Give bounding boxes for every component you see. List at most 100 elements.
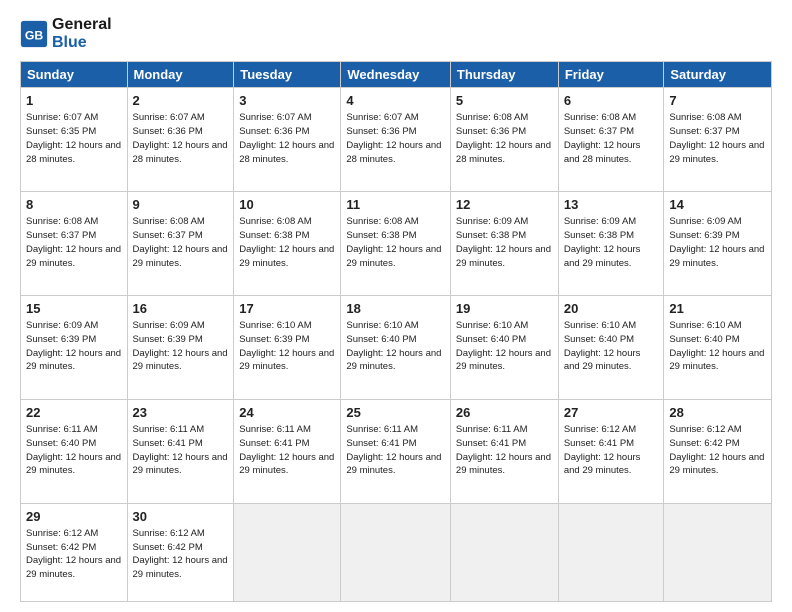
day-number: 12 <box>456 196 553 214</box>
day-info: Sunrise: 6:07 AMSunset: 6:36 PMDaylight:… <box>346 111 445 166</box>
day-number: 2 <box>133 92 229 110</box>
day-number: 11 <box>346 196 445 214</box>
day-info: Sunrise: 6:07 AMSunset: 6:36 PMDaylight:… <box>239 111 335 166</box>
day-number: 7 <box>669 92 766 110</box>
day-number: 21 <box>669 300 766 318</box>
day-info: Sunrise: 6:08 AMSunset: 6:37 PMDaylight:… <box>564 111 659 166</box>
page: GB General Blue SundayMondayTuesdayWedne… <box>0 0 792 612</box>
day-number: 6 <box>564 92 659 110</box>
day-number: 16 <box>133 300 229 318</box>
day-info: Sunrise: 6:11 AMSunset: 6:41 PMDaylight:… <box>346 423 445 478</box>
calendar-day-cell: 10Sunrise: 6:08 AMSunset: 6:38 PMDayligh… <box>234 192 341 296</box>
day-info: Sunrise: 6:10 AMSunset: 6:40 PMDaylight:… <box>669 319 766 374</box>
weekday-header: Sunday <box>21 62 128 88</box>
day-info: Sunrise: 6:09 AMSunset: 6:39 PMDaylight:… <box>26 319 122 374</box>
day-info: Sunrise: 6:08 AMSunset: 6:37 PMDaylight:… <box>133 215 229 270</box>
calendar-header-row: SundayMondayTuesdayWednesdayThursdayFrid… <box>21 62 772 88</box>
day-number: 19 <box>456 300 553 318</box>
day-number: 22 <box>26 404 122 422</box>
day-number: 28 <box>669 404 766 422</box>
weekday-header: Friday <box>558 62 664 88</box>
calendar-day-cell: 2Sunrise: 6:07 AMSunset: 6:36 PMDaylight… <box>127 88 234 192</box>
day-info: Sunrise: 6:11 AMSunset: 6:41 PMDaylight:… <box>239 423 335 478</box>
calendar-day-cell: 28Sunrise: 6:12 AMSunset: 6:42 PMDayligh… <box>664 399 772 503</box>
logo-text2: Blue <box>52 34 112 52</box>
calendar-day-cell: 8Sunrise: 6:08 AMSunset: 6:37 PMDaylight… <box>21 192 128 296</box>
svg-text:GB: GB <box>25 28 44 42</box>
calendar-day-cell <box>664 503 772 601</box>
calendar-day-cell: 26Sunrise: 6:11 AMSunset: 6:41 PMDayligh… <box>450 399 558 503</box>
calendar-day-cell: 22Sunrise: 6:11 AMSunset: 6:40 PMDayligh… <box>21 399 128 503</box>
calendar-day-cell: 27Sunrise: 6:12 AMSunset: 6:41 PMDayligh… <box>558 399 664 503</box>
calendar-week-row: 15Sunrise: 6:09 AMSunset: 6:39 PMDayligh… <box>21 295 772 399</box>
calendar-day-cell: 7Sunrise: 6:08 AMSunset: 6:37 PMDaylight… <box>664 88 772 192</box>
calendar-day-cell: 5Sunrise: 6:08 AMSunset: 6:36 PMDaylight… <box>450 88 558 192</box>
day-number: 3 <box>239 92 335 110</box>
day-number: 5 <box>456 92 553 110</box>
logo-icon: GB <box>20 20 48 48</box>
day-info: Sunrise: 6:10 AMSunset: 6:39 PMDaylight:… <box>239 319 335 374</box>
day-number: 29 <box>26 508 122 526</box>
calendar-day-cell: 16Sunrise: 6:09 AMSunset: 6:39 PMDayligh… <box>127 295 234 399</box>
day-number: 8 <box>26 196 122 214</box>
header: GB General Blue <box>20 16 772 51</box>
calendar-day-cell: 12Sunrise: 6:09 AMSunset: 6:38 PMDayligh… <box>450 192 558 296</box>
calendar-day-cell: 30Sunrise: 6:12 AMSunset: 6:42 PMDayligh… <box>127 503 234 601</box>
weekday-header: Monday <box>127 62 234 88</box>
calendar-day-cell: 25Sunrise: 6:11 AMSunset: 6:41 PMDayligh… <box>341 399 451 503</box>
day-info: Sunrise: 6:11 AMSunset: 6:41 PMDaylight:… <box>456 423 553 478</box>
day-number: 27 <box>564 404 659 422</box>
day-number: 20 <box>564 300 659 318</box>
day-info: Sunrise: 6:12 AMSunset: 6:42 PMDaylight:… <box>669 423 766 478</box>
day-number: 10 <box>239 196 335 214</box>
day-info: Sunrise: 6:08 AMSunset: 6:38 PMDaylight:… <box>346 215 445 270</box>
calendar-table: SundayMondayTuesdayWednesdayThursdayFrid… <box>20 61 772 602</box>
day-info: Sunrise: 6:12 AMSunset: 6:41 PMDaylight:… <box>564 423 659 478</box>
day-info: Sunrise: 6:11 AMSunset: 6:41 PMDaylight:… <box>133 423 229 478</box>
calendar-day-cell: 23Sunrise: 6:11 AMSunset: 6:41 PMDayligh… <box>127 399 234 503</box>
calendar-day-cell: 15Sunrise: 6:09 AMSunset: 6:39 PMDayligh… <box>21 295 128 399</box>
day-info: Sunrise: 6:09 AMSunset: 6:39 PMDaylight:… <box>669 215 766 270</box>
calendar-day-cell <box>450 503 558 601</box>
day-info: Sunrise: 6:09 AMSunset: 6:38 PMDaylight:… <box>456 215 553 270</box>
day-info: Sunrise: 6:07 AMSunset: 6:36 PMDaylight:… <box>133 111 229 166</box>
calendar-day-cell: 6Sunrise: 6:08 AMSunset: 6:37 PMDaylight… <box>558 88 664 192</box>
calendar-day-cell: 29Sunrise: 6:12 AMSunset: 6:42 PMDayligh… <box>21 503 128 601</box>
day-info: Sunrise: 6:08 AMSunset: 6:37 PMDaylight:… <box>26 215 122 270</box>
day-info: Sunrise: 6:08 AMSunset: 6:37 PMDaylight:… <box>669 111 766 166</box>
day-info: Sunrise: 6:08 AMSunset: 6:36 PMDaylight:… <box>456 111 553 166</box>
day-info: Sunrise: 6:07 AMSunset: 6:35 PMDaylight:… <box>26 111 122 166</box>
calendar-day-cell: 20Sunrise: 6:10 AMSunset: 6:40 PMDayligh… <box>558 295 664 399</box>
day-info: Sunrise: 6:09 AMSunset: 6:39 PMDaylight:… <box>133 319 229 374</box>
day-info: Sunrise: 6:10 AMSunset: 6:40 PMDaylight:… <box>456 319 553 374</box>
day-number: 14 <box>669 196 766 214</box>
weekday-header: Tuesday <box>234 62 341 88</box>
day-number: 1 <box>26 92 122 110</box>
day-number: 30 <box>133 508 229 526</box>
calendar-day-cell <box>341 503 451 601</box>
calendar-day-cell: 13Sunrise: 6:09 AMSunset: 6:38 PMDayligh… <box>558 192 664 296</box>
calendar-day-cell <box>558 503 664 601</box>
day-number: 23 <box>133 404 229 422</box>
calendar-day-cell: 4Sunrise: 6:07 AMSunset: 6:36 PMDaylight… <box>341 88 451 192</box>
calendar-day-cell: 9Sunrise: 6:08 AMSunset: 6:37 PMDaylight… <box>127 192 234 296</box>
day-info: Sunrise: 6:12 AMSunset: 6:42 PMDaylight:… <box>133 527 229 582</box>
calendar-day-cell: 24Sunrise: 6:11 AMSunset: 6:41 PMDayligh… <box>234 399 341 503</box>
day-info: Sunrise: 6:09 AMSunset: 6:38 PMDaylight:… <box>564 215 659 270</box>
calendar-day-cell <box>234 503 341 601</box>
day-number: 15 <box>26 300 122 318</box>
day-number: 18 <box>346 300 445 318</box>
calendar-week-row: 1Sunrise: 6:07 AMSunset: 6:35 PMDaylight… <box>21 88 772 192</box>
day-number: 4 <box>346 92 445 110</box>
day-info: Sunrise: 6:10 AMSunset: 6:40 PMDaylight:… <box>564 319 659 374</box>
day-number: 25 <box>346 404 445 422</box>
day-info: Sunrise: 6:10 AMSunset: 6:40 PMDaylight:… <box>346 319 445 374</box>
day-number: 26 <box>456 404 553 422</box>
calendar-day-cell: 3Sunrise: 6:07 AMSunset: 6:36 PMDaylight… <box>234 88 341 192</box>
calendar-day-cell: 1Sunrise: 6:07 AMSunset: 6:35 PMDaylight… <box>21 88 128 192</box>
day-number: 9 <box>133 196 229 214</box>
calendar-week-row: 22Sunrise: 6:11 AMSunset: 6:40 PMDayligh… <box>21 399 772 503</box>
calendar-day-cell: 17Sunrise: 6:10 AMSunset: 6:39 PMDayligh… <box>234 295 341 399</box>
calendar-body: 1Sunrise: 6:07 AMSunset: 6:35 PMDaylight… <box>21 88 772 602</box>
calendar-day-cell: 18Sunrise: 6:10 AMSunset: 6:40 PMDayligh… <box>341 295 451 399</box>
